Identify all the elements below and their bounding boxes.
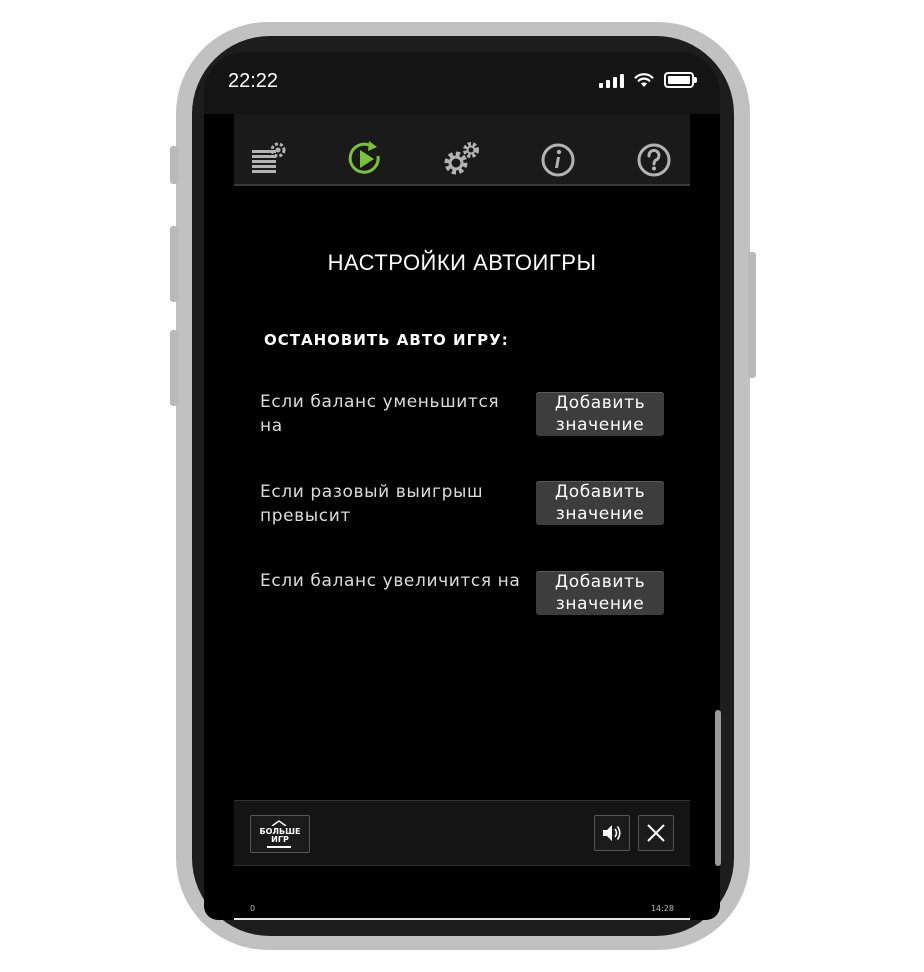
tab-info[interactable] [538, 138, 578, 178]
row-label-balance-increase: Если баланс увеличится на [260, 571, 521, 591]
add-value-button-line2: значение [555, 415, 645, 435]
scrollbar-handle[interactable] [715, 710, 721, 866]
add-value-button[interactable]: Добавить значение [536, 481, 664, 525]
speaker-icon [603, 825, 621, 841]
more-games-underline [267, 846, 291, 848]
tab-bet-settings[interactable] [250, 138, 290, 178]
phone-side-button [170, 226, 178, 302]
autoplay-icon [348, 141, 380, 174]
info-icon [541, 143, 575, 177]
settings-gears-icon [444, 142, 479, 175]
footer-right-value: 14:28 [650, 904, 674, 913]
more-games-label-line2: ИГР [271, 835, 289, 844]
bottom-bar: БОЛЬШЕ ИГР [234, 800, 690, 866]
add-value-button-line1: Добавить [554, 482, 646, 502]
add-value-button-line1: Добавить [554, 393, 646, 413]
cellular-signal-icon [599, 72, 624, 88]
status-icons [599, 72, 697, 88]
add-value-button[interactable]: Добавить значение [536, 392, 664, 436]
section-heading: ОСТАНОВИТЬ АВТО ИГРУ: [264, 331, 509, 349]
phone-screen: 22:22 НАСТРОЙКИ АВТОИГРЫ ОСТАНОВИТЬ АВТО… [204, 52, 720, 920]
add-value-button-line2: значение [555, 594, 645, 614]
tab-settings[interactable] [441, 138, 481, 178]
row-label-balance-decrease: Если баланс уменьшится на [260, 392, 500, 436]
wifi-icon [634, 73, 654, 87]
phone-side-button [748, 252, 756, 378]
add-value-button-line2: значение [555, 504, 645, 524]
phone-side-button [170, 330, 178, 406]
help-icon [637, 143, 671, 177]
top-toolbar [234, 114, 690, 186]
footer-left-value: 0 [250, 904, 256, 913]
status-bar: 22:22 [204, 52, 720, 114]
page-title: НАСТРОЙКИ АВТОИГРЫ [327, 250, 597, 275]
close-icon [647, 824, 665, 842]
home-indicator [234, 918, 690, 920]
close-button[interactable] [638, 815, 674, 851]
tab-autoplay[interactable] [345, 138, 385, 178]
row-label-single-win-exceeds: Если разовый выигрыш превысит [260, 482, 484, 526]
add-value-button[interactable]: Добавить значение [536, 571, 664, 615]
house-roof-icon [271, 820, 287, 826]
phone-side-button [170, 146, 178, 184]
more-games-button[interactable]: БОЛЬШЕ ИГР [250, 815, 310, 853]
bet-settings-icon [252, 142, 286, 173]
tab-help[interactable] [634, 138, 674, 178]
add-value-button-line1: Добавить [554, 572, 646, 592]
game-area: НАСТРОЙКИ АВТОИГРЫ ОСТАНОВИТЬ АВТО ИГРУ:… [234, 114, 690, 920]
status-time: 22:22 [228, 70, 279, 92]
sound-toggle-button[interactable] [594, 815, 630, 851]
battery-icon [664, 72, 697, 88]
